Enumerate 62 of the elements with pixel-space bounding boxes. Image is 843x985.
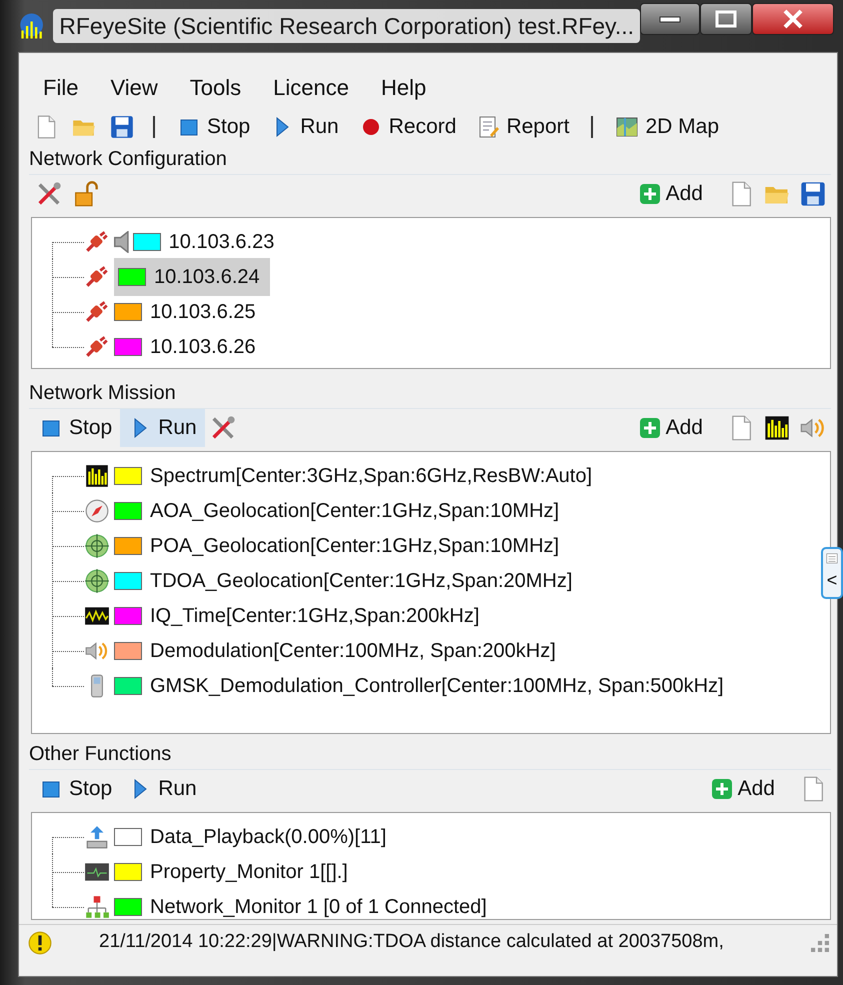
save-icon[interactable]: [109, 114, 135, 140]
plus-icon: [710, 777, 734, 801]
menu-item[interactable]: View: [96, 70, 176, 104]
plug-icon: [84, 334, 110, 360]
menu-item[interactable]: File: [29, 70, 96, 104]
toolbar-button[interactable]: 2D Map: [607, 109, 727, 145]
close-icon: [782, 9, 804, 29]
tree-item-label[interactable]: TDOA_Geolocation[Center:1GHz,Span:20MHz]: [150, 566, 572, 596]
warning-icon: [27, 930, 53, 956]
crosshair-icon: [84, 532, 110, 558]
tree-item-label[interactable]: 10.103.6.26: [150, 332, 256, 362]
plug-icon: [84, 264, 110, 290]
side-panel-tab[interactable]: <: [821, 547, 843, 599]
spectrum-icon: [84, 462, 110, 488]
spectrum-icon[interactable]: [763, 414, 791, 442]
window-title: RFeyeSite (Scientific Research Corporation) test.RFey...: [53, 8, 640, 44]
plus-icon: [638, 416, 662, 440]
network-icon: [84, 894, 110, 920]
plug-icon: [84, 298, 110, 324]
resize-grip-icon: [811, 934, 829, 952]
toolbar-button[interactable]: Stop: [169, 109, 258, 145]
selected-row-highlight[interactable]: 10.103.6.24: [114, 258, 270, 296]
list-icon: [825, 552, 839, 566]
toolbar-button[interactable]: Report: [468, 109, 578, 145]
menu-item[interactable]: Licence: [259, 70, 367, 104]
menu-item[interactable]: Tools: [176, 70, 260, 104]
tree-item-label[interactable]: 10.103.6.25: [150, 296, 256, 326]
tree-item-label[interactable]: POA_Geolocation[Center:1GHz,Span:10MHz]: [150, 530, 560, 560]
tree-item-label[interactable]: Data_Playback(0.00%)[11]: [150, 822, 386, 852]
tree-item-label[interactable]: Demodulation[Center:100MHz, Span:200kHz]: [150, 636, 556, 666]
minimize-button[interactable]: [640, 3, 700, 35]
tree-item-label[interactable]: Network_Monitor 1 [0 of 1 Connected]: [150, 892, 487, 922]
app-logo-icon: [18, 11, 46, 41]
tree-item-label[interactable]: 10.103.6.23: [168, 226, 274, 256]
crosshair-icon: [84, 568, 110, 594]
save-icon[interactable]: [799, 180, 827, 208]
plug-icon: [84, 228, 110, 254]
upload-icon: [84, 824, 110, 850]
close-button[interactable]: [752, 3, 834, 35]
toolbar-button[interactable]: Stop: [31, 770, 120, 808]
tree-item-label[interactable]: AOA_Geolocation[Center:1GHz,Span:10MHz]: [150, 496, 560, 526]
plus-icon: [638, 182, 662, 206]
toolbar-button[interactable]: Run: [120, 770, 205, 808]
tree-item-label[interactable]: IQ_Time[Center:1GHz,Span:200kHz]: [150, 600, 480, 630]
toolbar-button[interactable]: Stop: [31, 409, 120, 447]
add-button[interactable]: Add: [634, 178, 707, 210]
tree-item-label[interactable]: 10.103.6.24: [154, 262, 260, 292]
status-message: 21/11/2014 10:22:29|WARNING:TDOA distance calculated at 20037508m,: [99, 930, 724, 954]
tree-item-label[interactable]: Spectrum[Center:3GHz,Span:6GHz,ResBW:Auto]: [150, 460, 592, 490]
toolbar-button[interactable]: Run: [120, 409, 205, 447]
maximize-icon: [715, 10, 737, 28]
minimize-icon: [659, 15, 681, 23]
maximize-button[interactable]: [700, 3, 752, 35]
map-icon: [615, 115, 640, 139]
add-button[interactable]: Add: [634, 412, 707, 444]
tree-item-label[interactable]: Property_Monitor 1[[].]: [150, 856, 348, 886]
tree-item-label[interactable]: GMSK_Demodulation_Controller[Center:100MHz, Span:500kHz]: [150, 670, 724, 700]
toolbar-button[interactable]: Run: [262, 109, 347, 145]
toolbar-button[interactable]: Record: [350, 109, 464, 145]
menu-item[interactable]: Help: [366, 70, 444, 104]
add-button[interactable]: Add: [706, 773, 779, 805]
compass-icon: [84, 498, 110, 524]
